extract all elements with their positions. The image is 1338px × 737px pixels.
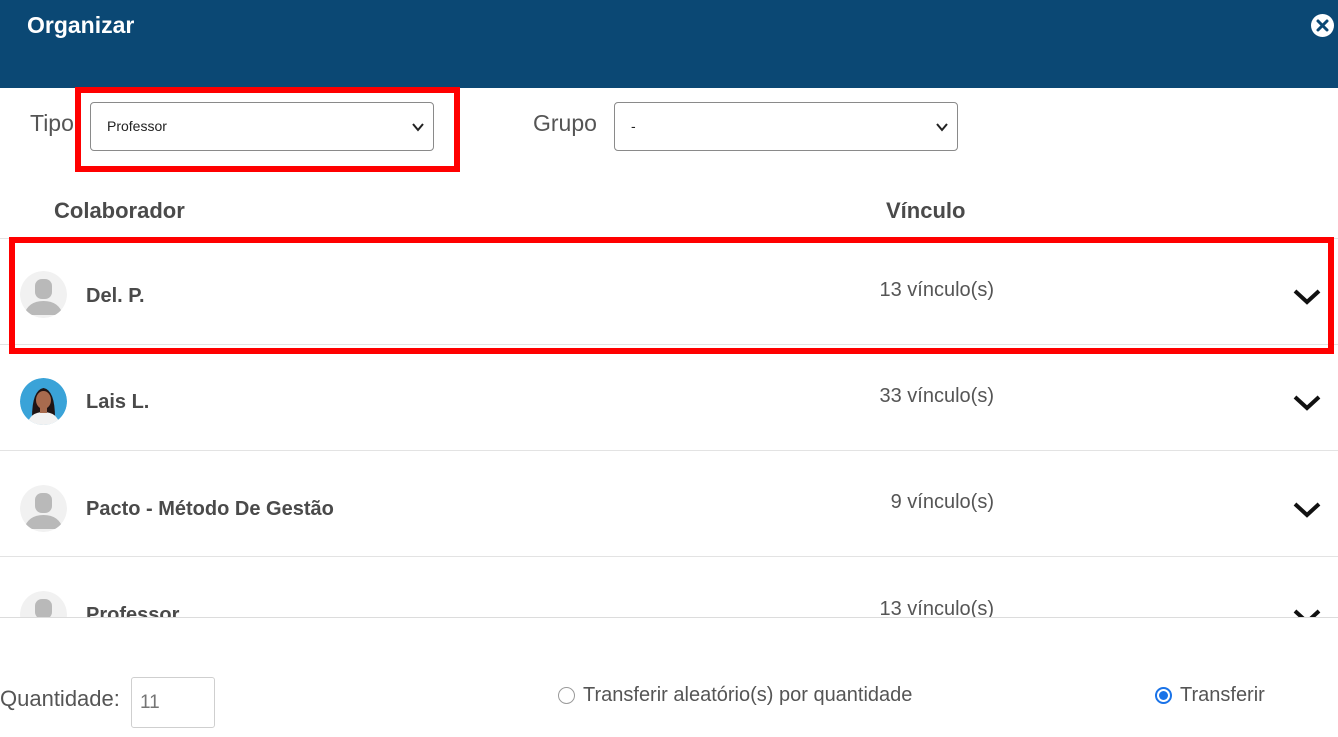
table-row[interactable]: Pacto - Método De Gestão 9 vínculo(s) bbox=[0, 451, 1338, 557]
grupo-select-value: - bbox=[631, 118, 636, 134]
grupo-select[interactable]: - bbox=[614, 102, 958, 151]
row-name: Pacto - Método De Gestão bbox=[86, 498, 334, 520]
modal-header: Organizar bbox=[0, 0, 1338, 88]
person-placeholder-icon bbox=[20, 271, 67, 318]
close-icon bbox=[1316, 19, 1329, 32]
chevron-down-icon bbox=[936, 123, 948, 132]
row-vinculo: 33 vínculo(s) bbox=[879, 385, 995, 407]
radio-transferir-label[interactable]: Transferir bbox=[1180, 684, 1265, 707]
modal-title: Organizar bbox=[27, 12, 135, 38]
column-header-vinculo: Vínculo bbox=[886, 198, 966, 223]
radio-transferir-aleatorio[interactable] bbox=[558, 687, 575, 704]
radio-transferir-aleatorio-label[interactable]: Transferir aleatório(s) por quantidade bbox=[583, 684, 912, 707]
tipo-select-value: Professor bbox=[107, 118, 167, 134]
tipo-label: Tipo bbox=[30, 110, 74, 136]
chevron-down-icon[interactable] bbox=[1292, 500, 1322, 520]
row-vinculo: 9 vínculo(s) bbox=[890, 491, 994, 513]
table-row[interactable]: Lais L. 33 vínculo(s) bbox=[0, 345, 1338, 451]
table-row[interactable]: Del. P. 13 vínculo(s) bbox=[0, 239, 1338, 345]
close-button[interactable] bbox=[1311, 14, 1334, 37]
colaborador-list: Del. P. 13 vínculo(s) Lais L. 33 vínculo… bbox=[0, 238, 1338, 618]
chevron-down-icon[interactable] bbox=[1292, 393, 1322, 413]
radio-transferir[interactable] bbox=[1155, 687, 1172, 704]
chevron-down-icon bbox=[412, 123, 424, 132]
quantidade-label: Quantidade: bbox=[0, 686, 120, 711]
chevron-down-icon[interactable] bbox=[1292, 287, 1322, 307]
row-name: Professor bbox=[86, 604, 180, 618]
row-vinculo: 13 vínculo(s) bbox=[879, 598, 995, 618]
person-placeholder-icon bbox=[20, 591, 67, 618]
row-vinculo: 13 vínculo(s) bbox=[879, 279, 995, 301]
grupo-label: Grupo bbox=[533, 110, 597, 136]
table-row[interactable]: Professor 13 vínculo(s) bbox=[0, 557, 1338, 618]
tipo-select[interactable]: Professor bbox=[90, 102, 434, 151]
person-placeholder-icon bbox=[20, 485, 67, 532]
column-header-colaborador: Colaborador bbox=[54, 198, 185, 223]
woman-avatar bbox=[20, 378, 67, 425]
row-name: Lais L. bbox=[86, 391, 150, 413]
row-name: Del. P. bbox=[86, 285, 145, 307]
quantidade-input[interactable] bbox=[131, 677, 215, 728]
